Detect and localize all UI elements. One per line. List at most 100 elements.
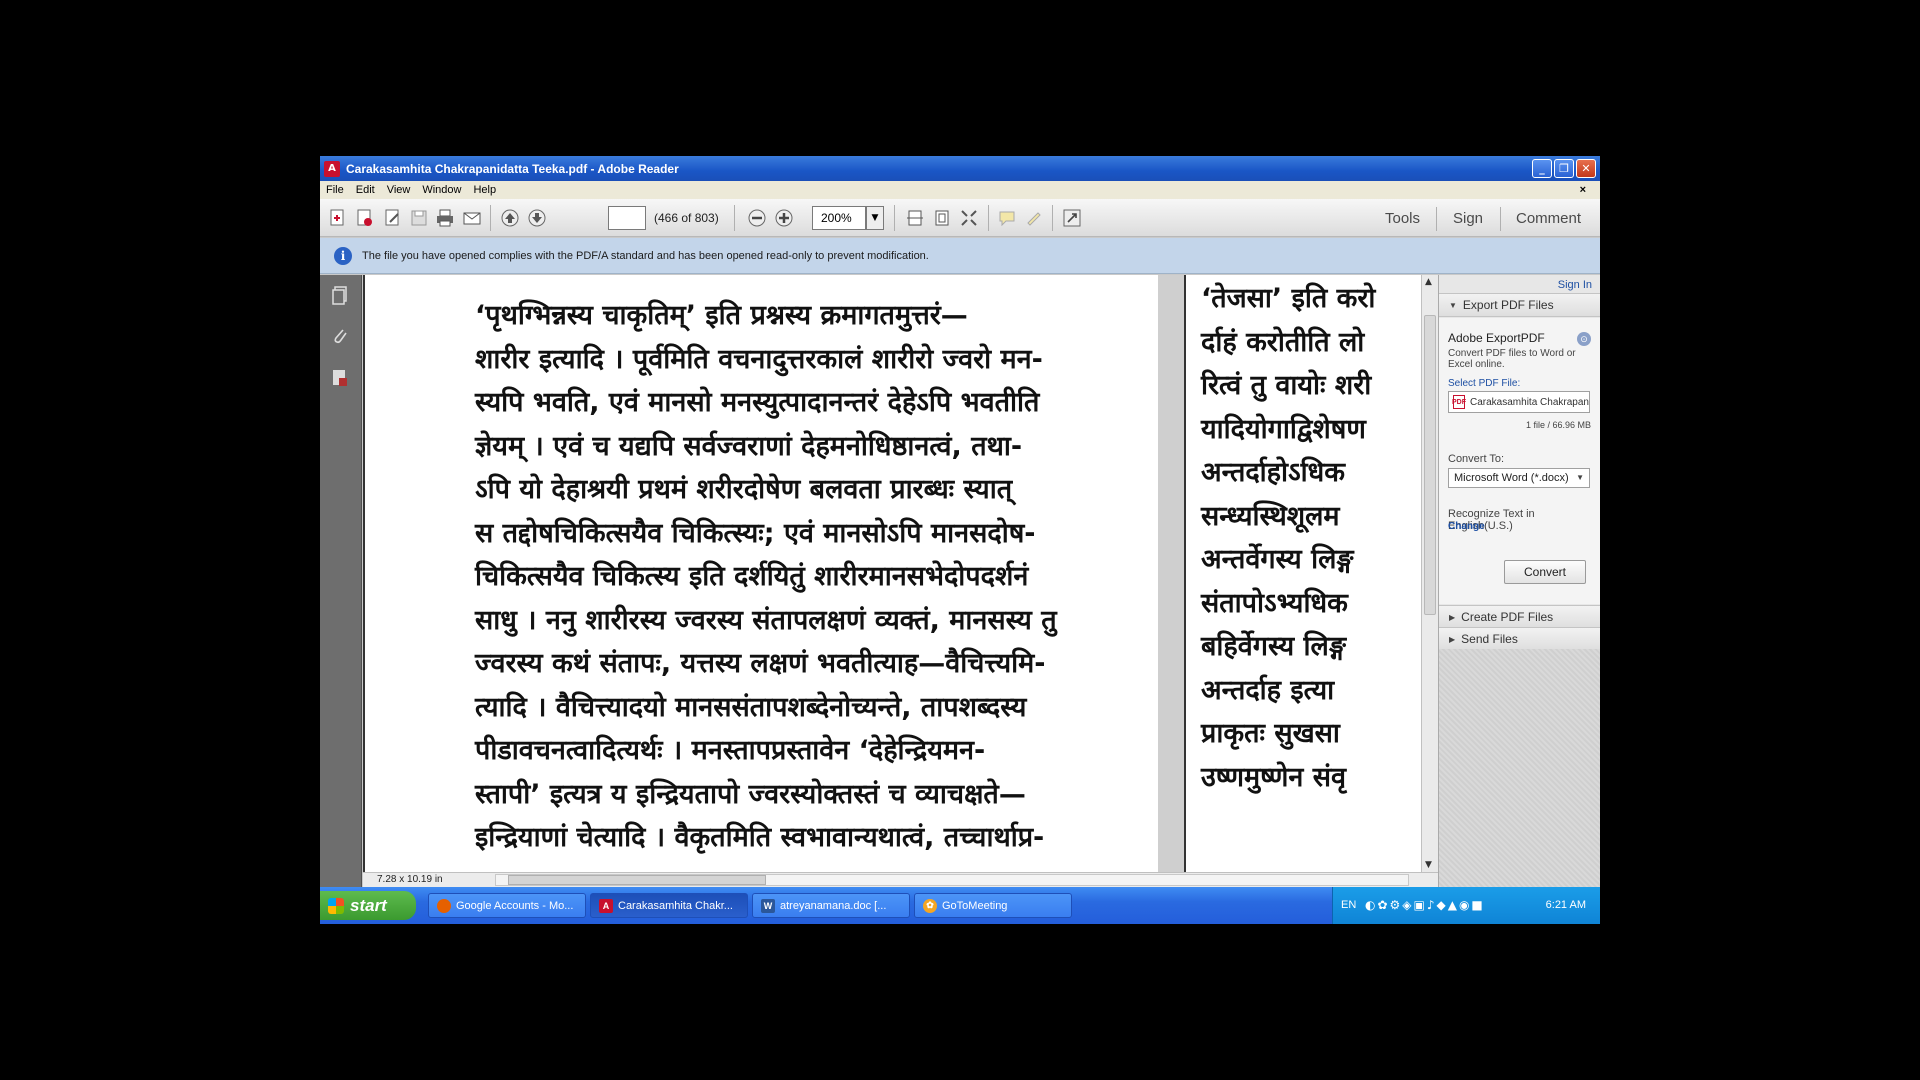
menu-bar: File Edit View Window Help × xyxy=(320,181,1600,199)
pdf-page-466: ‘पृथग्भिन्नस्य चाकृतिम्’ इति प्रश्नस्य क… xyxy=(363,275,1158,872)
collapsed-triangle-icon: ▶ xyxy=(1449,612,1456,622)
signatures-icon[interactable] xyxy=(330,367,350,389)
toolbar-separator xyxy=(1052,205,1053,231)
create-pdf-icon[interactable] xyxy=(327,207,349,229)
text-line: ऽपि यो देहाश्रयी प्रथमं शरीरदोषेण बलवता … xyxy=(475,474,1013,505)
panel-empty-area xyxy=(1439,649,1600,887)
export-pdf-files-header[interactable]: ▼ Export PDF Files xyxy=(1439,293,1600,317)
text-line: साधु । ननु शारीरस्य ज्वरस्य संतापलक्षणं … xyxy=(475,604,1057,636)
toolbar-separator xyxy=(490,205,491,231)
text-line: अन्तर्दाहोऽधिक xyxy=(1201,457,1345,488)
page-text-right: ‘तेजसा’ इति करो र्दाहं करोतीति लो रित्वं त… xyxy=(1201,277,1375,799)
text-line: त्यादि । वैचित्त्यादयो मानससंतापशब्देनोच… xyxy=(475,691,1027,723)
desktop-screen: A Carakasamhita Chakrapanidatta Teeka.pd… xyxy=(320,156,1600,924)
text-line: ‘तेजसा’ इति करो xyxy=(1201,283,1376,314)
zoom-out-icon[interactable] xyxy=(746,207,768,229)
sign-pane-button[interactable]: Sign xyxy=(1453,210,1483,227)
menu-help[interactable]: Help xyxy=(467,184,502,196)
file-size-info: 1 file / 66.96 MB xyxy=(1525,420,1591,430)
menu-edit[interactable]: Edit xyxy=(350,184,381,196)
text-line: संतापोऽभ्यधिक xyxy=(1201,587,1348,619)
text-line: स तद्दोषचिकित्सयैव चिकित्स्यः; एवं मानसो… xyxy=(475,517,1036,549)
page-thumbnails-icon[interactable] xyxy=(330,285,350,307)
toolbar-separator xyxy=(988,205,989,231)
document-view[interactable]: ‘पृथग्भिन्नस्य चाकृतिम्’ इति प्रश्नस्य क… xyxy=(363,275,1421,872)
menu-window[interactable]: Window xyxy=(416,184,467,196)
minimize-button[interactable]: _ xyxy=(1532,159,1552,178)
menu-file[interactable]: File xyxy=(320,184,350,196)
text-line: उष्णमुष्णेन संवृ xyxy=(1201,761,1347,793)
zoom-dropdown-chevron-icon[interactable]: ▼ xyxy=(866,206,884,230)
selected-pdf-file[interactable]: PDF Carakasamhita Chakrapanidatta T... xyxy=(1448,391,1590,413)
expand-icon[interactable] xyxy=(1061,207,1083,229)
text-line: रित्वं तु वायोः शरी xyxy=(1201,370,1372,401)
toolbar-separator xyxy=(734,205,735,231)
print-icon[interactable] xyxy=(434,207,456,229)
export-pdf-icon[interactable] xyxy=(354,207,376,229)
close-window-button[interactable]: ✕ xyxy=(1576,159,1596,178)
windows-flag-icon xyxy=(328,897,344,914)
sticky-note-icon[interactable] xyxy=(996,207,1018,229)
selected-file-name: Carakasamhita Chakrapanidatta T... xyxy=(1470,396,1589,408)
taskbar-item-gotomeeting[interactable]: ✿ GoToMeeting xyxy=(914,893,1072,918)
convert-to-select[interactable]: Microsoft Word (*.docx) ▼ xyxy=(1448,468,1590,488)
change-language-link[interactable]: Change xyxy=(1448,521,1485,532)
window-title: Carakasamhita Chakrapanidatta Teeka.pdf … xyxy=(346,161,679,176)
select-pdf-label: Select PDF File: xyxy=(1448,378,1521,389)
pdf-file-icon: PDF xyxy=(1452,395,1466,409)
start-button[interactable]: start xyxy=(320,891,416,920)
tools-pane-button[interactable]: Tools xyxy=(1385,210,1420,227)
page-text-left: ‘पृथग्भिन्नस्य चाकृतिम्’ इति प्रश्नस्य क… xyxy=(475,294,1057,860)
send-files-label: Send Files xyxy=(1461,632,1518,646)
language-indicator[interactable]: EN xyxy=(1341,899,1356,911)
previous-page-icon[interactable] xyxy=(499,207,521,229)
text-line: शारीर इत्यादि । पूर्वमिति वचनादुत्तरकालं… xyxy=(475,343,1043,375)
taskbar-item-label: Google Accounts - Mo... xyxy=(456,899,574,912)
page-number-input[interactable] xyxy=(608,206,646,230)
system-tray: EN ◐✿⚙◈▣♪◆▲◉■ 6:21 AM xyxy=(1332,887,1600,924)
scroll-up-arrow-icon[interactable]: ▲ xyxy=(1425,277,1432,287)
toolbar-separator xyxy=(1500,207,1501,231)
fit-width-icon[interactable] xyxy=(904,207,926,229)
convert-to-label: Convert To: xyxy=(1448,453,1505,465)
word-doc-icon: W xyxy=(761,898,775,913)
vertical-scrollbar[interactable]: ▲ ▼ xyxy=(1421,275,1438,872)
tray-icons[interactable]: ◐✿⚙◈▣♪◆▲◉■ xyxy=(1365,898,1485,912)
comment-pane-button[interactable]: Comment xyxy=(1516,210,1581,227)
sign-in-link[interactable]: Sign In xyxy=(1558,279,1592,291)
pdfa-info-bar: i The file you have opened complies with… xyxy=(320,238,1600,274)
zoom-level-input[interactable]: 200% xyxy=(812,206,866,230)
send-files-header[interactable]: ▶ Send Files xyxy=(1439,627,1600,651)
maximize-button[interactable]: ❐ xyxy=(1554,159,1574,178)
text-line: यादियोगाद्विशेषण xyxy=(1201,413,1366,445)
scroll-down-arrow-icon[interactable]: ▼ xyxy=(1425,860,1432,870)
full-screen-grid-icon[interactable] xyxy=(958,207,980,229)
create-pdf-files-label: Create PDF Files xyxy=(1461,610,1554,624)
menu-view[interactable]: View xyxy=(381,184,417,196)
account-icon[interactable]: ⊙ xyxy=(1577,332,1591,346)
horizontal-scroll-thumb[interactable] xyxy=(508,875,766,885)
highlight-text-icon[interactable] xyxy=(1023,207,1045,229)
save-icon[interactable] xyxy=(408,207,430,229)
taskbar-item-label: Carakasamhita Chakr... xyxy=(618,899,733,912)
window-title-bar[interactable]: A Carakasamhita Chakrapanidatta Teeka.pd… xyxy=(320,156,1600,181)
next-page-icon[interactable] xyxy=(526,207,548,229)
create-pdf-files-header[interactable]: ▶ Create PDF Files xyxy=(1439,605,1600,629)
email-icon[interactable] xyxy=(461,207,483,229)
taskbar-item-adobe-reader[interactable]: A Carakasamhita Chakr... xyxy=(590,893,748,918)
system-clock: 6:21 AM xyxy=(1545,899,1586,911)
attachments-paperclip-icon[interactable] xyxy=(330,325,350,347)
zoom-in-icon[interactable] xyxy=(773,207,795,229)
taskbar-item-label: atreyanamana.doc [... xyxy=(780,899,887,912)
edit-pdf-icon[interactable] xyxy=(382,207,404,229)
gotomeeting-icon: ✿ xyxy=(923,898,937,913)
vertical-scroll-thumb[interactable] xyxy=(1424,315,1436,615)
export-pdf-section: Adobe ExportPDF ⊙ Convert PDF files to W… xyxy=(1439,318,1600,604)
close-document-button[interactable]: × xyxy=(1574,184,1592,196)
toolbar-separator xyxy=(1436,207,1437,231)
convert-button[interactable]: Convert xyxy=(1504,560,1586,584)
taskbar-item-word-doc[interactable]: W atreyanamana.doc [... xyxy=(752,893,910,918)
horizontal-scrollbar[interactable] xyxy=(495,874,1409,886)
taskbar-item-google-accounts[interactable]: Google Accounts - Mo... xyxy=(428,893,586,918)
fit-page-icon[interactable] xyxy=(931,207,953,229)
